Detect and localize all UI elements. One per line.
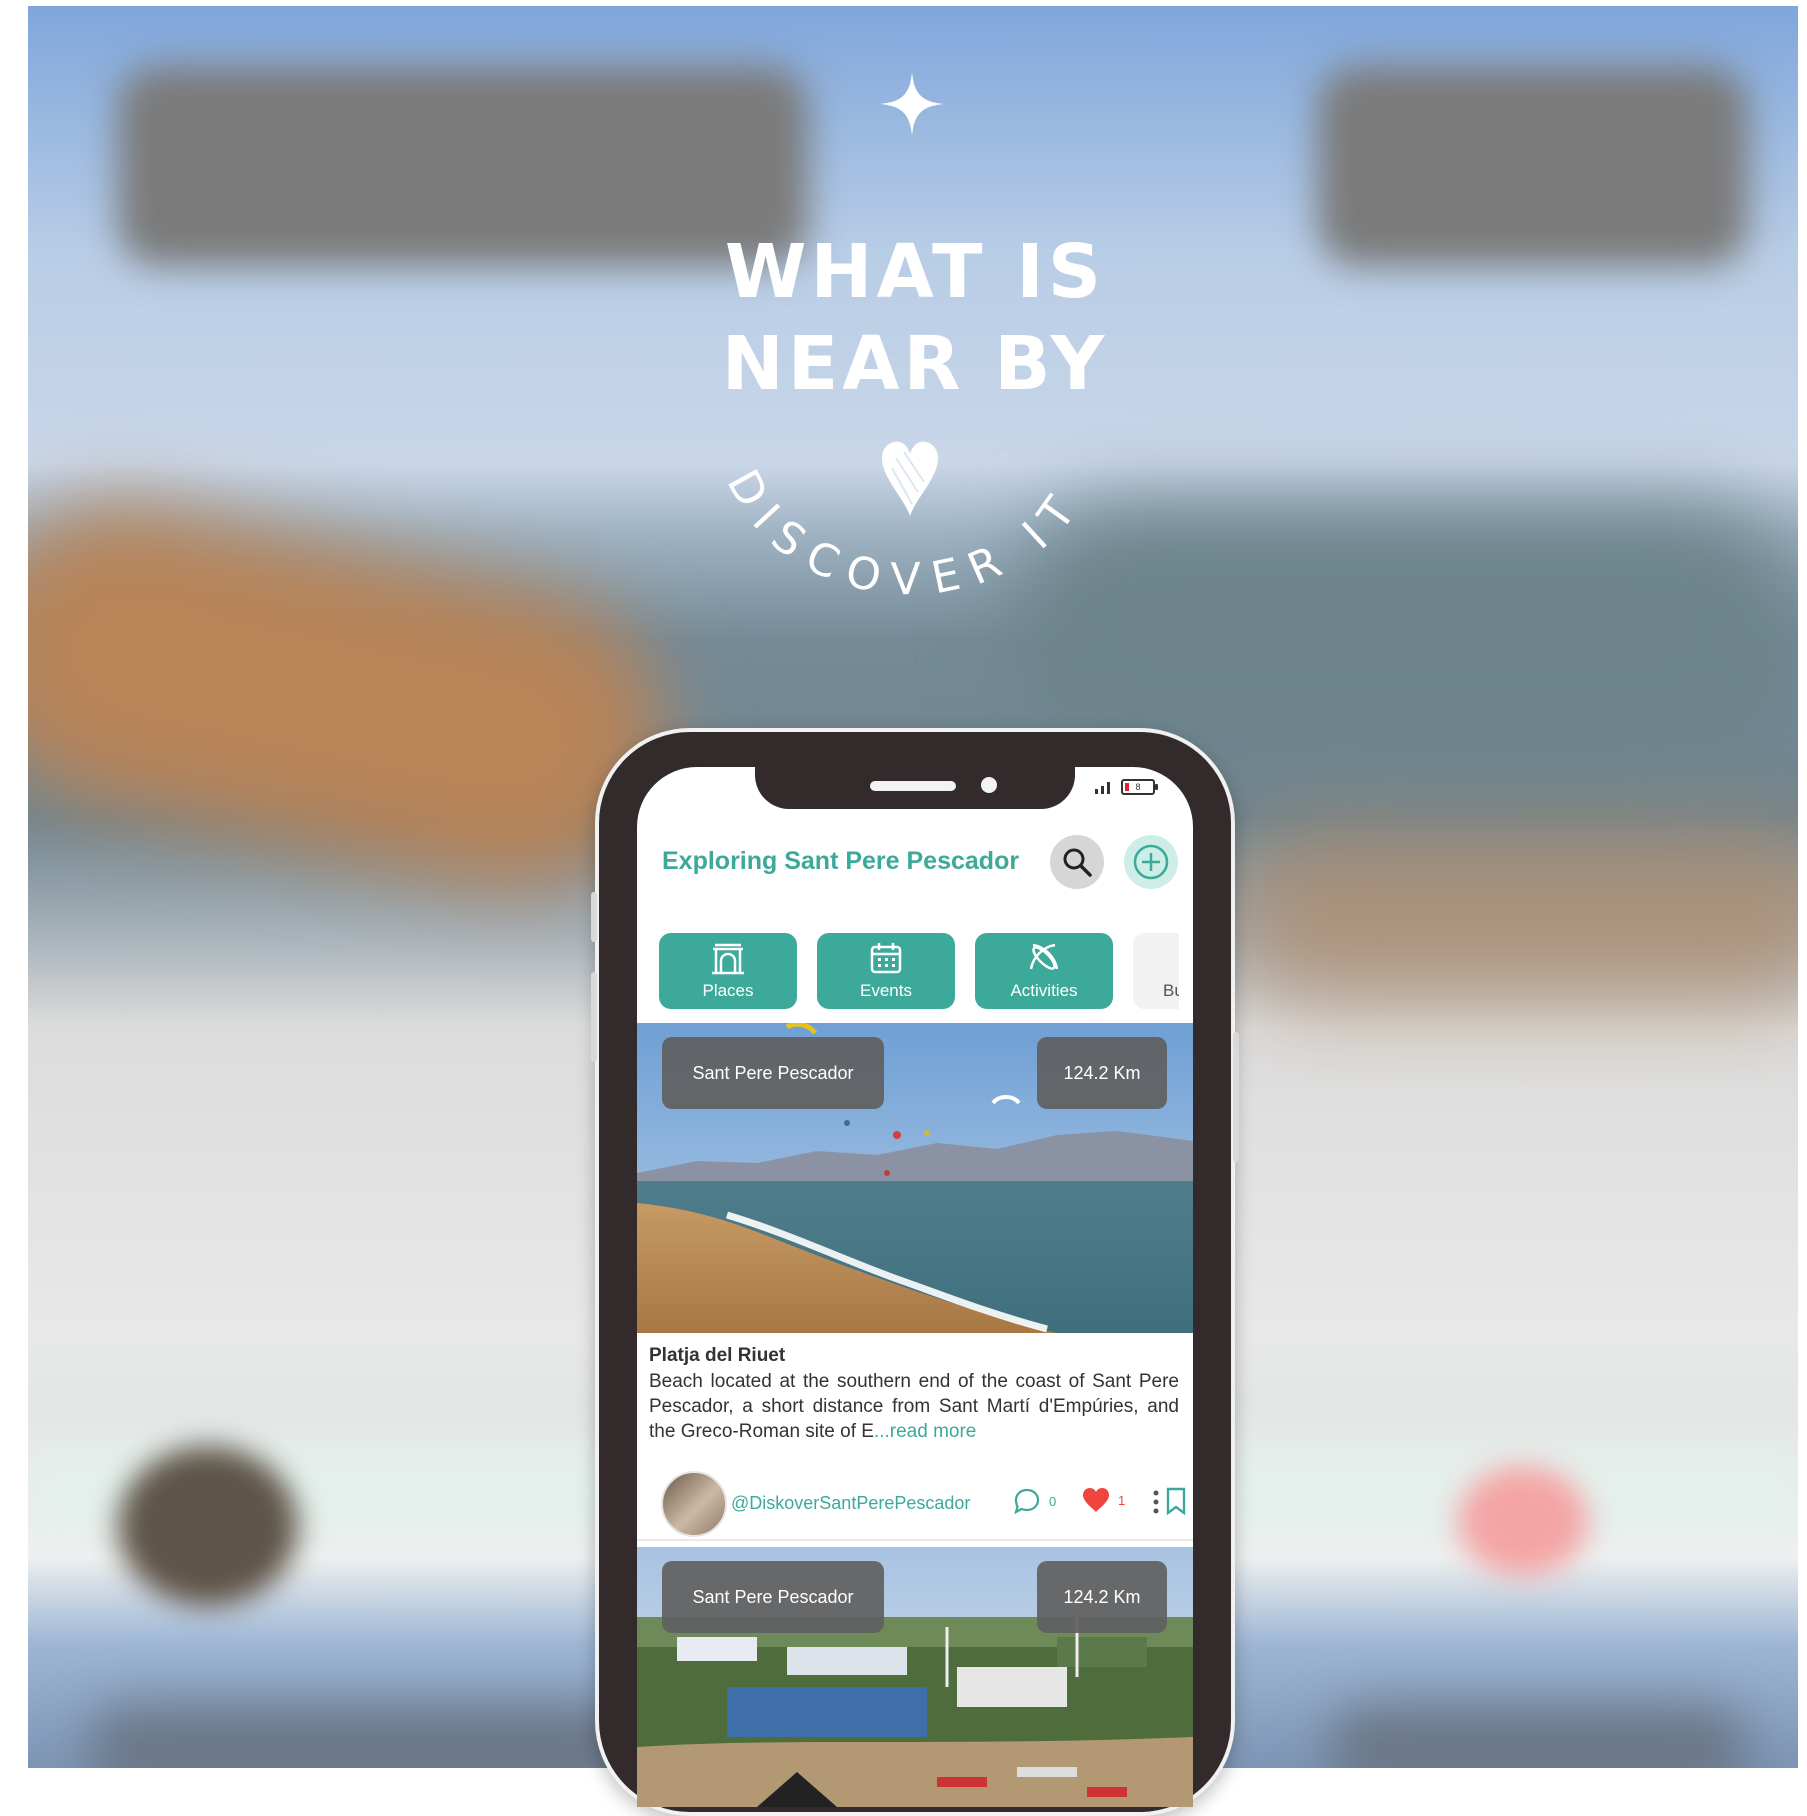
card-description: Beach located at the southern end of the…	[649, 1369, 1179, 1444]
blurred-sand-left	[28, 476, 692, 916]
location-badge: Sant Pere Pescador	[662, 1561, 884, 1633]
tab-business-label: Bu	[1163, 981, 1179, 1000]
category-tabs: Places Events Activities B	[659, 933, 1179, 1011]
phone-volume-up	[591, 972, 597, 1062]
card-divider	[637, 1539, 1193, 1541]
location-badge: Sant Pere Pescador	[662, 1037, 884, 1109]
phone-power-button	[1233, 1032, 1239, 1162]
search-button[interactable]	[1050, 835, 1104, 889]
tab-places[interactable]: Places	[659, 933, 797, 1009]
card-meta: @DiskoverSantPerePescador 0 1	[649, 1469, 1189, 1537]
arc-text-label: DISCOVER IT	[717, 461, 1080, 605]
signal-icon	[1095, 782, 1110, 794]
discover-it-arc: DISCOVER IT	[717, 461, 1094, 605]
phone-camera	[981, 777, 997, 793]
tab-business[interactable]: Bu	[1133, 933, 1179, 1009]
like-button[interactable]: 1	[1082, 1487, 1125, 1513]
card-image-campsite[interactable]: Sant Pere Pescador 124.2 Km	[637, 1547, 1193, 1807]
tab-activities[interactable]: Activities	[975, 933, 1113, 1009]
headline-line-2: NEAR BY	[721, 321, 1109, 407]
card-body: Platja del Riuet Beach located at the so…	[637, 1333, 1193, 1543]
blurred-bottom-right	[1328, 1706, 1748, 1768]
comment-icon	[1014, 1488, 1040, 1515]
headline-line-1: WHAT IS	[724, 229, 1106, 315]
search-icon	[1063, 848, 1092, 877]
distance-badge: 124.2 Km	[1037, 1561, 1167, 1633]
more-vertical-icon[interactable]	[1152, 1489, 1160, 1515]
tab-activities-label: Activities	[1010, 981, 1078, 1000]
blurred-avatar	[118, 1446, 298, 1606]
blurred-sand-right	[1228, 826, 1798, 1006]
read-more-link[interactable]: ...read more	[874, 1421, 976, 1442]
kitesurf-icon	[1029, 943, 1059, 970]
like-count: 1	[1118, 1492, 1126, 1508]
status-bar: 8	[1093, 779, 1158, 795]
tab-events-label: Events	[860, 981, 912, 1000]
svg-text:DISCOVER IT: DISCOVER IT	[717, 461, 1094, 605]
phone-notch	[755, 767, 1075, 809]
blurred-panel-right	[1318, 66, 1748, 266]
heart-filled-icon	[1083, 1488, 1109, 1512]
sparkle-icon	[880, 72, 944, 136]
comment-count: 0	[1049, 1493, 1057, 1509]
bookmark-icon[interactable]	[1165, 1487, 1187, 1515]
card-title[interactable]: Platja del Riuet	[649, 1345, 785, 1367]
add-button[interactable]	[1124, 835, 1178, 889]
calendar-icon	[870, 943, 902, 974]
tab-places-label: Places	[702, 981, 754, 1000]
poster-headline: WHAT IS NEAR BY	[640, 226, 1190, 410]
page-title: Exploring Sant Pere Pescador	[662, 847, 1020, 875]
blurred-sea	[1008, 506, 1798, 766]
phone-screen: 8 Exploring Sant Pere Pescador Places Ev…	[637, 767, 1193, 1807]
plus-circle-icon	[1133, 844, 1169, 880]
phone-side-button	[591, 892, 597, 942]
landmark-icon	[712, 943, 744, 975]
comment-button[interactable]: 0	[1013, 1487, 1056, 1515]
distance-badge: 124.2 Km	[1037, 1037, 1167, 1109]
blurred-bottom-left	[88, 1706, 648, 1768]
avatar[interactable]	[661, 1471, 727, 1537]
card-image-beach[interactable]: Sant Pere Pescador 124.2 Km	[637, 1023, 1193, 1333]
phone-mockup: 8 Exploring Sant Pere Pescador Places Ev…	[591, 728, 1239, 1816]
tab-events[interactable]: Events	[817, 933, 955, 1009]
username-link[interactable]: @DiskoverSantPerePescador	[731, 1493, 970, 1514]
battery-icon: 8	[1121, 779, 1158, 795]
phone-speaker	[870, 781, 956, 791]
blurred-heart	[1458, 1466, 1588, 1576]
